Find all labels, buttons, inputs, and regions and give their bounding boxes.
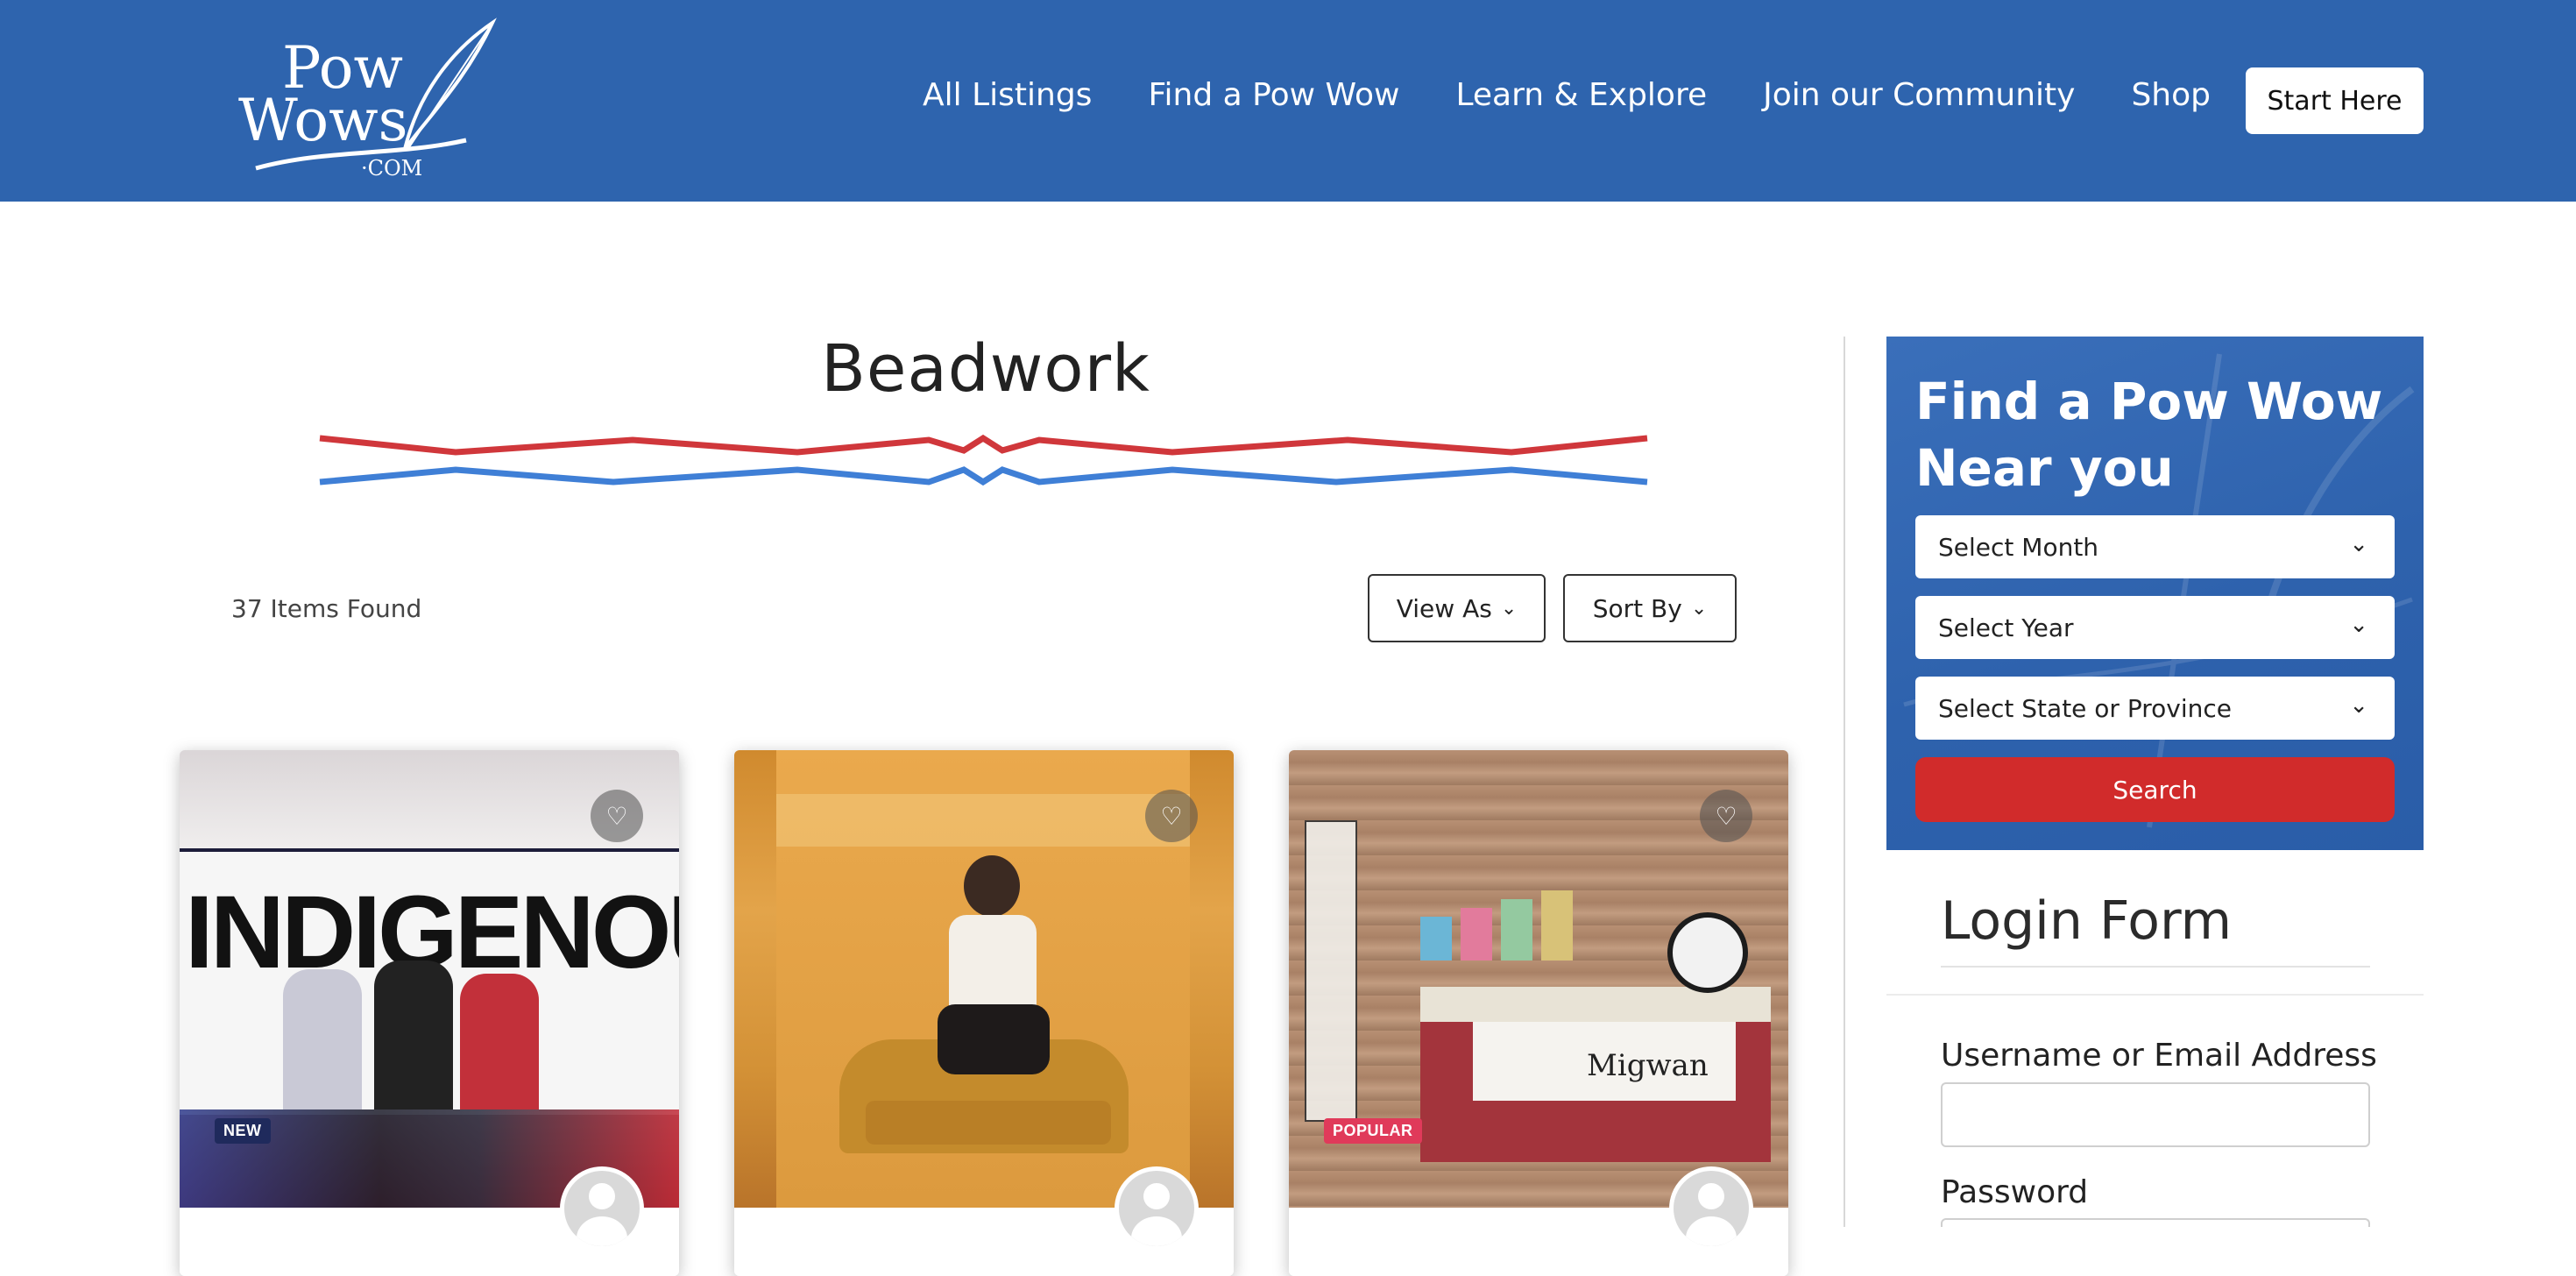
listing-card[interactable]: Migwan ♡ POPULAR	[1289, 750, 1788, 1276]
favorite-button[interactable]: ♡	[1145, 790, 1198, 842]
select-state-province[interactable]: Select State or Province ⌄	[1915, 677, 2395, 740]
avatar-placeholder-icon	[1143, 1183, 1170, 1209]
chevron-down-icon: ⌄	[2349, 531, 2368, 557]
select-state-label: Select State or Province	[1938, 693, 2232, 723]
find-widget-title: Find a Pow Wow Near you	[1915, 372, 2383, 498]
login-title-underline	[1941, 966, 2370, 968]
password-label: Password	[1941, 1174, 2089, 1210]
avatar-body	[1686, 1216, 1737, 1246]
status-badge: POPULAR	[1324, 1118, 1422, 1144]
nav-all-listings[interactable]: All Listings	[923, 77, 1092, 113]
view-as-label: View As	[1396, 593, 1492, 623]
favorite-button[interactable]: ♡	[1700, 790, 1752, 842]
author-avatar[interactable]	[1669, 1166, 1753, 1251]
avatar-body	[577, 1216, 627, 1246]
start-here-button[interactable]: Start Here	[2246, 67, 2424, 134]
avatar-placeholder-icon	[1698, 1183, 1724, 1209]
heart-icon: ♡	[1160, 802, 1183, 830]
select-month[interactable]: Select Month ⌄	[1915, 515, 2395, 578]
heart-icon: ♡	[1715, 802, 1737, 830]
feather-logo-icon: Pow Wows ·COM	[238, 18, 497, 181]
select-month-label: Select Month	[1938, 532, 2099, 562]
title-divider-art	[319, 434, 1648, 486]
avatar-placeholder-icon	[589, 1183, 615, 1209]
avatar-body	[1131, 1216, 1182, 1246]
listing-image[interactable]: Migwan ♡ POPULAR	[1289, 750, 1788, 1208]
sort-by-button[interactable]: Sort By ⌄	[1563, 574, 1737, 642]
sidebar-divider	[1844, 337, 1845, 1227]
status-badge: NEW	[215, 1118, 271, 1144]
listing-card[interactable]: ♡	[734, 750, 1234, 1276]
view-as-button[interactable]: View As ⌄	[1368, 574, 1546, 642]
main-nav: All Listings Find a Pow Wow Learn & Expl…	[923, 70, 2267, 119]
login-form-title: Login Form	[1941, 890, 2233, 952]
chevron-down-icon: ⌄	[1690, 597, 1708, 620]
items-found-count: 37 Items Found	[231, 594, 422, 623]
svg-text:Wows: Wows	[238, 87, 407, 154]
chevron-down-icon: ⌄	[2349, 692, 2368, 719]
login-section-divider	[1886, 994, 2424, 996]
listing-card[interactable]: INDIGENOUS ♡ NEW	[180, 750, 679, 1276]
chevron-down-icon: ⌄	[1500, 597, 1518, 620]
page-title: Beadwork	[821, 331, 1150, 407]
select-year[interactable]: Select Year ⌄	[1915, 596, 2395, 659]
nav-shop[interactable]: Shop	[2131, 77, 2211, 113]
favorite-button[interactable]: ♡	[591, 790, 643, 842]
booth-banner-text: Migwan	[1587, 1048, 1709, 1083]
nav-join-community[interactable]: Join our Community	[1763, 77, 2075, 113]
author-avatar[interactable]	[560, 1166, 644, 1251]
select-year-label: Select Year	[1938, 613, 2074, 642]
nav-learn-explore[interactable]: Learn & Explore	[1455, 77, 1707, 113]
author-avatar[interactable]	[1115, 1166, 1199, 1251]
listing-image[interactable]: ♡	[734, 750, 1234, 1208]
svg-text:·COM: ·COM	[361, 156, 422, 181]
password-field[interactable]	[1941, 1218, 2370, 1227]
username-label: Username or Email Address	[1941, 1038, 2377, 1074]
sort-by-label: Sort By	[1592, 593, 1682, 623]
nav-find-a-pow-wow[interactable]: Find a Pow Wow	[1148, 77, 1399, 113]
heart-icon: ♡	[605, 802, 628, 830]
powwows-logo[interactable]: Pow Wows ·COM	[230, 18, 501, 184]
search-button[interactable]: Search	[1915, 757, 2395, 822]
username-field[interactable]	[1941, 1082, 2370, 1147]
site-header: Pow Wows ·COM All Listings Find a Pow Wo…	[0, 0, 2576, 202]
chevron-down-icon: ⌄	[2349, 612, 2368, 638]
find-pow-wow-widget: Find a Pow Wow Near you Select Month ⌄ S…	[1886, 337, 2424, 850]
listing-image[interactable]: INDIGENOUS ♡ NEW	[180, 750, 679, 1208]
